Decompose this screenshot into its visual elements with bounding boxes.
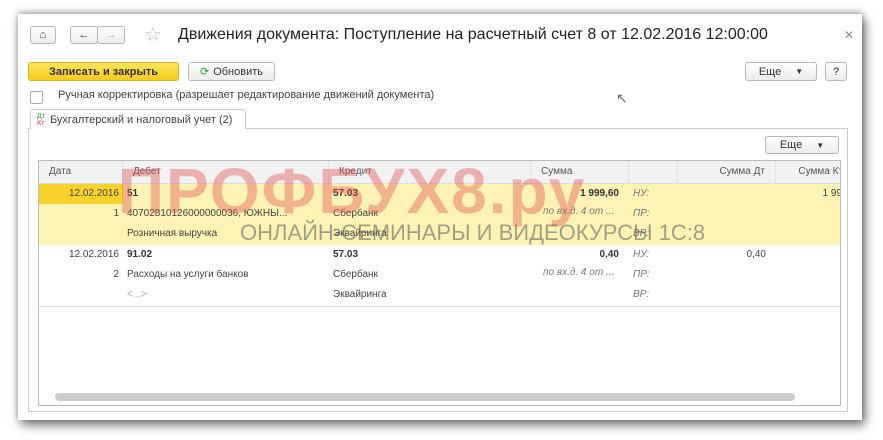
back-button[interactable]: ←: [70, 26, 98, 44]
column-sum-kt[interactable]: Сумма Кт: [776, 161, 840, 183]
forward-button[interactable]: →: [97, 26, 125, 44]
save-and-close-button[interactable]: Записать и закрыть: [28, 62, 179, 81]
cell-credit: 57.03: [333, 249, 359, 260]
cell-vr: ВР:: [633, 289, 650, 300]
movements-table: Дата Дебет Кредит Сумма Сумма Дт Сумма К…: [38, 160, 841, 406]
cell-credit-sub1: Сбербанк: [333, 208, 378, 219]
tab-label: Бухгалтерский и налоговый учет (2): [49, 113, 233, 126]
cell-credit-sub2: Эквайринга: [333, 289, 387, 300]
cell-num: 1: [113, 208, 119, 219]
more-label: Еще: [758, 65, 782, 78]
cell-content: по вх.д. 4 от ...: [543, 267, 615, 278]
cell-content: по вх.д. 4 от ...: [543, 206, 615, 217]
mouse-cursor-icon: ↖: [616, 90, 628, 106]
column-tax-type[interactable]: [629, 161, 678, 183]
cell-credit: 57.03: [333, 188, 359, 199]
cell-debit: 91.02: [127, 249, 153, 260]
window-title: Движения документа: Поступление на расче…: [178, 26, 768, 43]
cell-date: 12.02.2016: [68, 188, 119, 199]
cell-num: 2: [113, 269, 119, 280]
grid-more-label: Еще: [779, 139, 803, 151]
cell-debit: 51: [127, 188, 139, 199]
refresh-label: Обновить: [213, 65, 264, 78]
column-credit[interactable]: Кредит: [329, 161, 531, 183]
column-sum-dt[interactable]: Сумма Дт: [678, 161, 776, 183]
cell-pr: ПР:: [633, 208, 650, 219]
cell-pr: ПР:: [633, 269, 650, 280]
cell-credit-sub2: Эквайринга: [333, 228, 387, 239]
cell-sum-kt: [776, 245, 840, 265]
more-button[interactable]: Еще ▼: [745, 62, 817, 81]
cell-debit-sub1: 40702810126000000036, ЮЖНЫ...: [127, 208, 288, 219]
cell-nu: НУ:: [633, 249, 650, 260]
cell-sum-dt: [678, 184, 770, 204]
horizontal-scrollbar[interactable]: [55, 393, 795, 401]
document-movements-window: ⌂ ← → ☆ Движения документа: Поступление …: [18, 14, 862, 420]
column-debit[interactable]: Дебет: [123, 161, 329, 183]
column-sum[interactable]: Сумма: [531, 161, 629, 183]
dt-kt-icon: Дт Кт: [37, 112, 45, 127]
cell-date: 12.02.2016: [68, 249, 119, 260]
cell-debit-sub2: <...>: [127, 289, 148, 300]
star-icon[interactable]: ☆: [144, 22, 162, 47]
close-icon[interactable]: ✕: [844, 28, 854, 42]
tab-accounting[interactable]: Дт Кт Бухгалтерский и налоговый учет (2): [30, 109, 246, 129]
cell-sum: 0,40: [599, 249, 619, 260]
cell-sum-kt: 1 99: [822, 188, 841, 199]
table-header: Дата Дебет Кредит Сумма Сумма Дт Сумма К…: [39, 161, 840, 184]
cell-credit-sub1: Сбербанк: [333, 269, 378, 280]
cell-sum: 1 999,60: [580, 188, 619, 199]
home-button[interactable]: ⌂: [30, 26, 56, 44]
refresh-icon: ⟳: [199, 66, 210, 78]
cell-debit-sub2: Розничная выручка: [127, 228, 218, 239]
cell-sum-dt: 0,40: [746, 249, 766, 260]
row-divider: [39, 306, 840, 307]
manual-edit-checkbox[interactable]: [30, 91, 43, 104]
cell-nu: НУ:: [633, 188, 650, 199]
refresh-button[interactable]: ⟳ Обновить: [188, 62, 275, 81]
chevron-down-icon: ▼: [795, 67, 804, 76]
chevron-down-icon: ▼: [816, 140, 825, 150]
cell-debit-sub1: Расходы на услуги банков: [127, 269, 249, 280]
column-date[interactable]: Дата: [39, 161, 123, 183]
grid-more-button[interactable]: Еще ▼: [765, 136, 839, 154]
cell-vr: ВР:: [633, 228, 650, 239]
help-button[interactable]: ?: [825, 62, 847, 81]
manual-edit-label: Ручная корректировка (разрешает редактир…: [58, 89, 435, 101]
